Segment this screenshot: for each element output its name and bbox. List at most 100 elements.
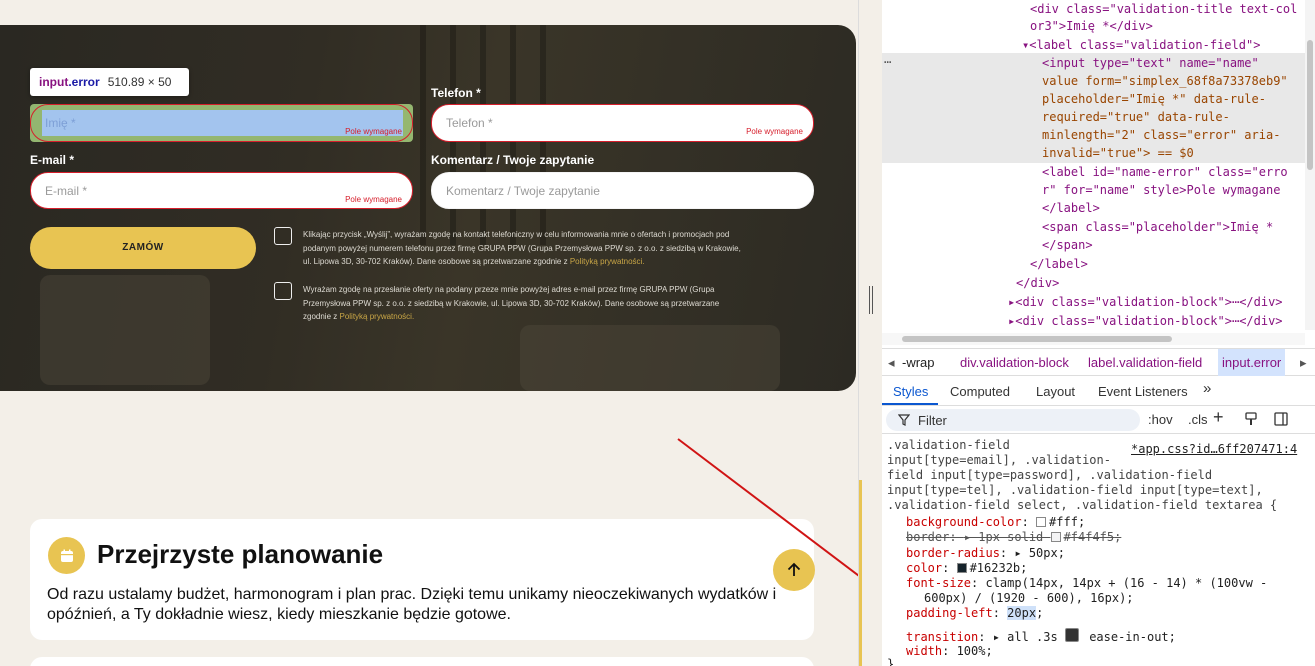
rule-source-link[interactable]: *app.css?id…6ff207471:4 — [1131, 442, 1297, 458]
dom-line[interactable]: ▸<div class="validation-block">⋯</div> — [1008, 312, 1283, 330]
background-decor — [420, 25, 426, 245]
page-edge-decor — [859, 480, 862, 666]
dom-line[interactable]: ▸<div class="validation-block">⋯</div> — [1008, 293, 1283, 311]
consent-line: Wyrażam zgodę na przesłanie oferty na po… — [303, 285, 715, 294]
scroll-to-top-button[interactable] — [773, 549, 815, 591]
more-tabs-icon[interactable]: » — [1203, 380, 1211, 397]
color-swatch — [956, 563, 967, 573]
tooltip-tag: input — [39, 75, 69, 89]
css-property[interactable]: width: 100%; — [906, 644, 993, 660]
css-property[interactable]: transition: ▸ all .3s ease-in-out; — [906, 628, 1176, 646]
background-decor — [520, 325, 780, 391]
name-error: Pole wymagane — [345, 127, 402, 136]
tab-computed[interactable]: Computed — [950, 384, 1010, 399]
inspect-tooltip: input.error 510.89 × 50 — [30, 68, 189, 96]
styles-toolbar: Filter :hov .cls + — [882, 406, 1315, 434]
css-property[interactable]: border-radius: ▸ 50px; — [906, 546, 1065, 562]
rule-selector: field input[type=password], .validation-… — [887, 468, 1213, 482]
comment-input[interactable]: Komentarz / Twoje zapytanie — [431, 172, 814, 209]
comment-placeholder: Komentarz / Twoje zapytanie — [446, 184, 600, 198]
phone-placeholder: Telefon * — [446, 116, 493, 130]
phone-label: Telefon * — [431, 86, 481, 100]
calendar-icon — [48, 537, 85, 574]
filter-input[interactable]: Filter — [886, 409, 1140, 431]
consent-phone-text: Klikając przycisk „Wyślij”, wyrażam zgod… — [303, 228, 818, 269]
dom-line[interactable]: <label id="name-error" class="erro — [1042, 163, 1288, 181]
background-decor — [40, 275, 210, 385]
paint-brush-icon[interactable] — [1244, 412, 1258, 429]
css-property-continued: 600px) / (1920 - 600), 16px); — [924, 591, 1134, 605]
dom-line-selected[interactable]: placeholder="Imię *" data-rule- — [1042, 90, 1266, 108]
node-actions-icon[interactable]: ⋯ — [884, 55, 891, 69]
comment-label: Komentarz / Twoje zapytanie — [431, 153, 595, 167]
breadcrumb-forward-icon[interactable]: ▸ — [1300, 355, 1307, 371]
dom-line[interactable]: </label> — [1030, 255, 1088, 273]
dom-line[interactable]: <span class="placeholder">Imię * — [1042, 218, 1273, 236]
name-placeholder: Imię * — [45, 116, 76, 130]
dom-line[interactable]: </div> — [1016, 274, 1059, 292]
dom-line-selected[interactable]: required="true" data-rule- — [1042, 108, 1230, 126]
dom-line[interactable]: r" for="name" style>Pole wymagane — [1042, 181, 1280, 199]
feature-card-next — [30, 657, 814, 666]
css-property[interactable]: font-size: clamp(14px, 14px + (16 - 14) … — [906, 576, 1267, 592]
breadcrumb-item[interactable]: -wrap — [902, 355, 935, 370]
dom-line[interactable]: ▾<label class="validation-field"> — [1022, 36, 1260, 54]
color-swatch — [1036, 517, 1047, 527]
rule-selector: input[type=email], .validation- — [887, 453, 1111, 467]
email-placeholder: E-mail * — [45, 184, 88, 198]
dom-horizontal-scrollbar[interactable] — [882, 333, 1305, 345]
css-property[interactable]: color: #16232b; — [906, 561, 1027, 577]
consent-phone-checkbox[interactable] — [274, 227, 292, 245]
consent-email-checkbox[interactable] — [274, 282, 292, 300]
dom-line-selected[interactable]: invalid="true"> == $0 — [1042, 144, 1194, 162]
active-tab-indicator — [882, 403, 938, 405]
phone-input[interactable]: Telefon * Pole wymagane — [431, 104, 814, 142]
breadcrumb-back-icon[interactable]: ◂ — [888, 355, 895, 371]
name-input[interactable]: Imię * Pole wymagane — [30, 104, 413, 142]
consent-line: Klikając przycisk „Wyślij”, wyrażam zgod… — [303, 230, 730, 239]
dom-line-selected[interactable]: <input type="text" name="name" — [1042, 54, 1259, 72]
easing-editor-icon — [1064, 628, 1079, 642]
card-text: Od razu ustalamy budżet, harmonogram i p… — [47, 586, 777, 623]
breadcrumb-item[interactable]: div.validation-block — [960, 355, 1069, 370]
rule-selector: .validation-field select, .validation-fi… — [887, 498, 1278, 512]
new-rule-icon[interactable]: + — [1213, 407, 1224, 428]
hover-state-button[interactable]: :hov — [1148, 412, 1173, 427]
privacy-policy-link[interactable]: Polityką prywatności. — [339, 312, 414, 321]
dom-line-selected[interactable]: value form="simplex_68f8a73378eb9" — [1042, 72, 1288, 90]
privacy-policy-link[interactable]: Polityką prywatności. — [570, 257, 645, 266]
dom-vertical-scrollbar[interactable] — [1305, 0, 1315, 330]
dom-line[interactable]: </span> — [1042, 236, 1093, 254]
card-title: Przejrzyste planowanie — [97, 539, 384, 569]
email-input[interactable]: E-mail * Pole wymagane — [30, 172, 413, 209]
consent-line: zgodnie z Polityką prywatności. — [303, 312, 415, 321]
css-property-highlighted[interactable]: padding-left: 20px; — [906, 606, 1043, 622]
class-toggle-button[interactable]: .cls — [1188, 412, 1208, 427]
dom-line[interactable]: <div class="validation-title text-col — [1030, 0, 1297, 18]
dom-line[interactable]: </label> — [1042, 199, 1100, 217]
breadcrumb-item-active[interactable]: input.error — [1218, 349, 1286, 377]
tab-styles[interactable]: Styles — [893, 384, 928, 399]
arrow-up-icon — [787, 562, 801, 576]
styles-tabbar: Styles Computed Layout Event Listeners » — [882, 376, 1315, 406]
phone-error: Pole wymagane — [746, 127, 803, 136]
panel-resizer[interactable] — [858, 0, 882, 666]
filter-icon — [898, 414, 910, 426]
website-viewport: Imię * Pole wymagane input.error 510.89 ×… — [0, 0, 858, 666]
email-error: Pole wymagane — [345, 195, 402, 204]
breadcrumb-item[interactable]: label.validation-field — [1088, 355, 1202, 370]
devtools-panel: ⋯ <div class="validation-title text-col … — [882, 0, 1315, 666]
tab-layout[interactable]: Layout — [1036, 384, 1075, 399]
filter-placeholder: Filter — [918, 413, 947, 428]
order-button[interactable]: ZAMÓW — [30, 227, 256, 269]
tab-event-listeners[interactable]: Event Listeners — [1098, 384, 1188, 399]
dom-line[interactable]: or3">Imię *</div> — [1030, 17, 1153, 35]
rule-close-brace: } — [887, 657, 895, 666]
consent-line: podanym powyżej numerem telefonu przez f… — [303, 243, 741, 253]
tooltip-size: 510.89 × 50 — [107, 75, 172, 89]
toggle-sidebar-icon[interactable] — [1274, 412, 1288, 429]
css-property-overridden[interactable]: border: ▸ 1px solid #f4f4f5; — [906, 530, 1121, 546]
dom-line-selected[interactable]: minlength="2" class="error" aria- — [1042, 126, 1280, 144]
resize-grip-icon[interactable] — [869, 286, 873, 314]
css-property[interactable]: background-color: #fff; — [906, 515, 1085, 531]
